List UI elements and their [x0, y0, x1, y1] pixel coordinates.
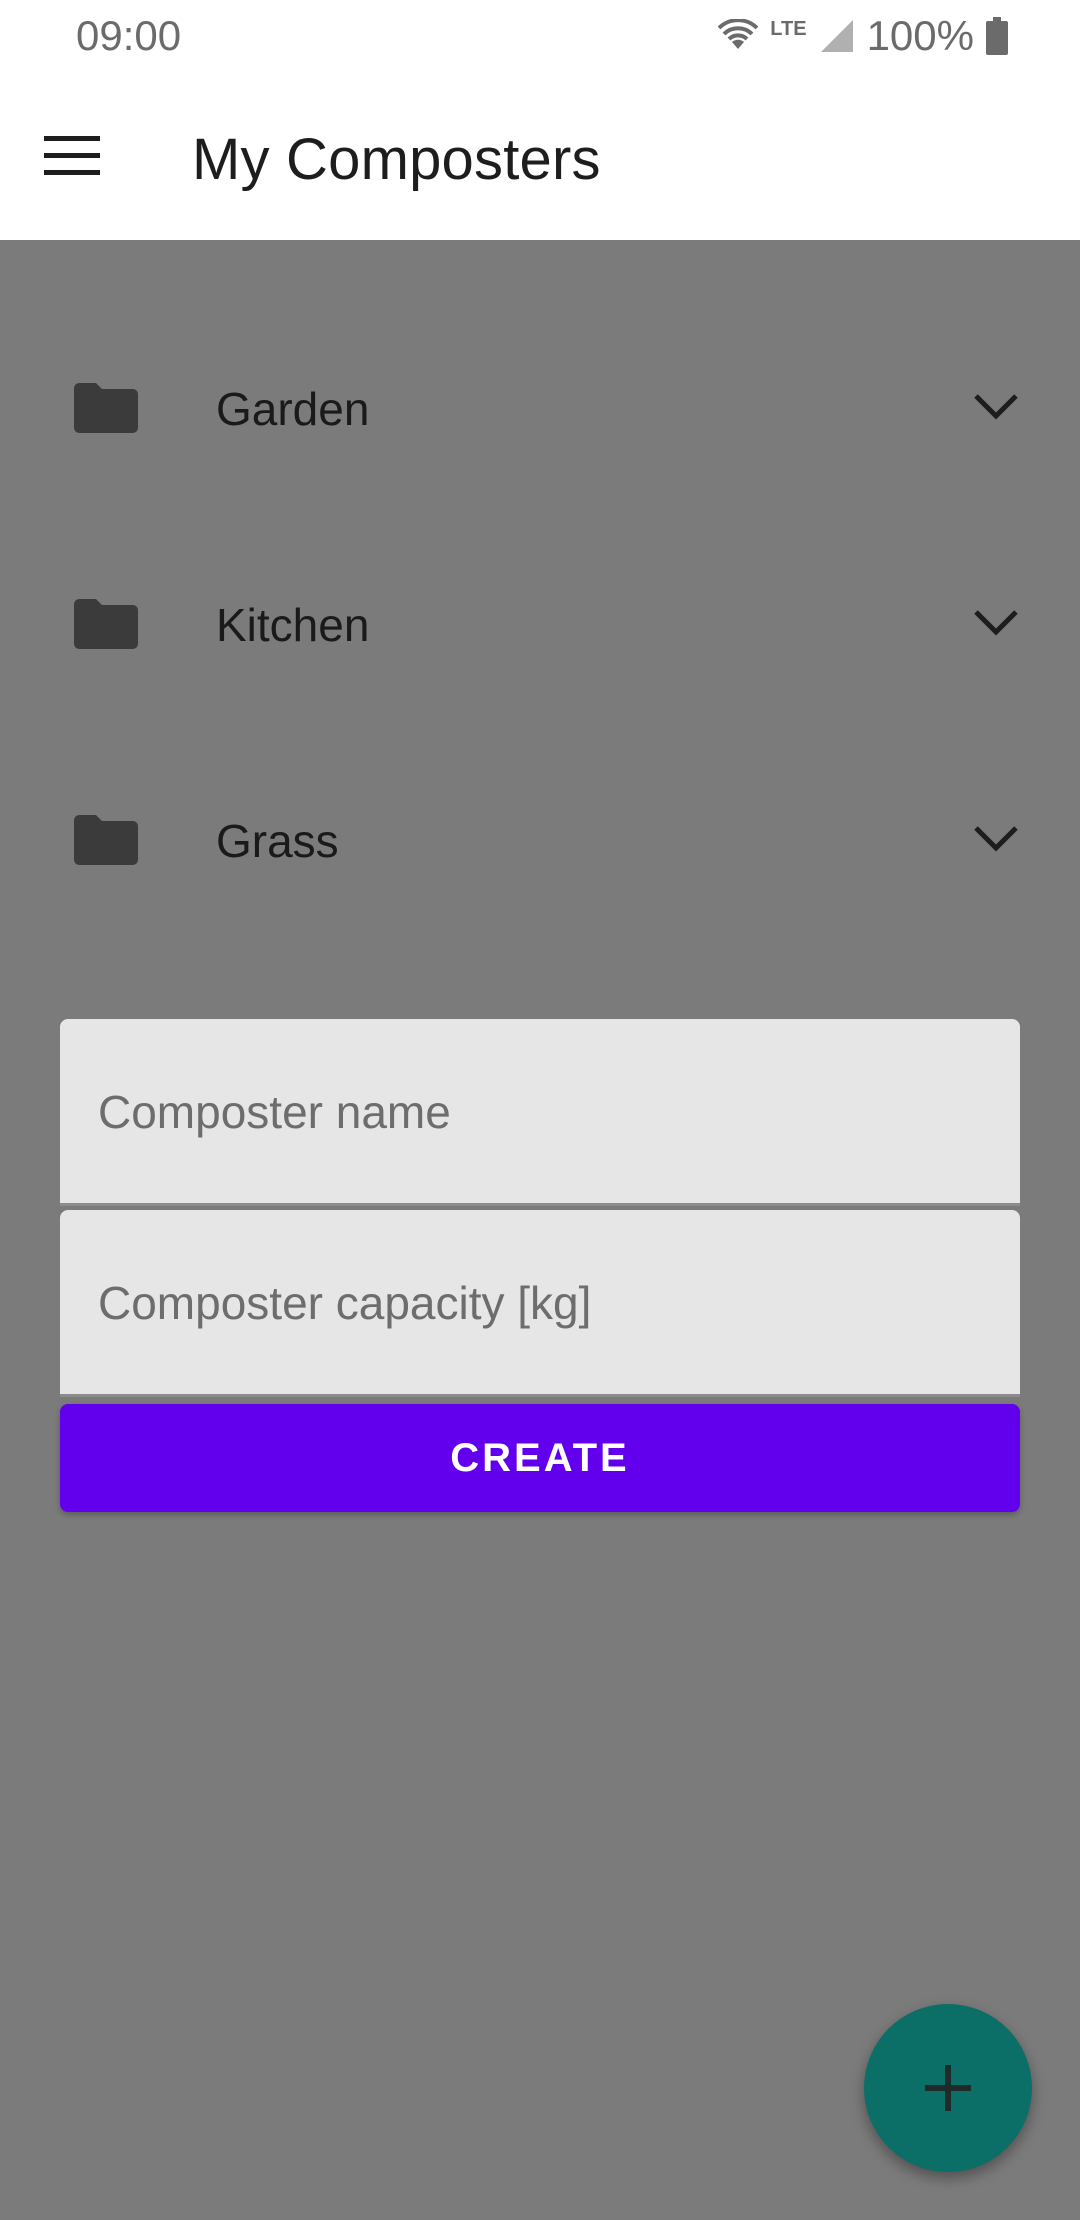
- status-time: 09:00: [76, 12, 182, 59]
- network-type: LTE: [770, 17, 807, 40]
- plus-icon: [925, 2065, 971, 2111]
- composter-capacity-field[interactable]: [60, 1210, 1020, 1397]
- status-bar: 09:00 LTE 100%: [0, 0, 1080, 72]
- add-composter-fab[interactable]: [864, 2004, 1032, 2172]
- list-item-label: Grass: [216, 815, 339, 867]
- folder-icon: [74, 383, 138, 433]
- status-icons: LTE 100%: [718, 12, 1008, 60]
- battery-icon: [986, 17, 1008, 55]
- wifi-icon: [718, 19, 759, 49]
- page-title: My Composters: [192, 127, 601, 192]
- list-item-grass[interactable]: Grass: [0, 672, 1080, 888]
- list-item-label: Kitchen: [216, 599, 370, 651]
- list-item-garden[interactable]: Garden: [0, 240, 1080, 456]
- battery-percent: 100%: [866, 12, 974, 59]
- composter-name-input[interactable]: [96, 1079, 980, 1145]
- menu-button[interactable]: [30, 114, 114, 198]
- app-bar: My Composters: [0, 72, 1080, 240]
- create-composter-form: [60, 1019, 1020, 1397]
- hamburger-menu-icon: [44, 136, 100, 175]
- chevron-down-icon[interactable]: [970, 822, 1022, 854]
- composter-capacity-input[interactable]: [96, 1270, 980, 1336]
- composter-name-field[interactable]: [60, 1019, 1020, 1206]
- folder-icon: [74, 599, 138, 649]
- list-item-label: Garden: [216, 383, 370, 435]
- chevron-down-icon[interactable]: [970, 606, 1022, 638]
- signal-icon: [820, 20, 853, 52]
- folder-icon: [74, 815, 138, 865]
- chevron-down-icon[interactable]: [970, 390, 1022, 422]
- list-item-kitchen[interactable]: Kitchen: [0, 456, 1080, 672]
- create-button[interactable]: CREATE: [60, 1404, 1020, 1512]
